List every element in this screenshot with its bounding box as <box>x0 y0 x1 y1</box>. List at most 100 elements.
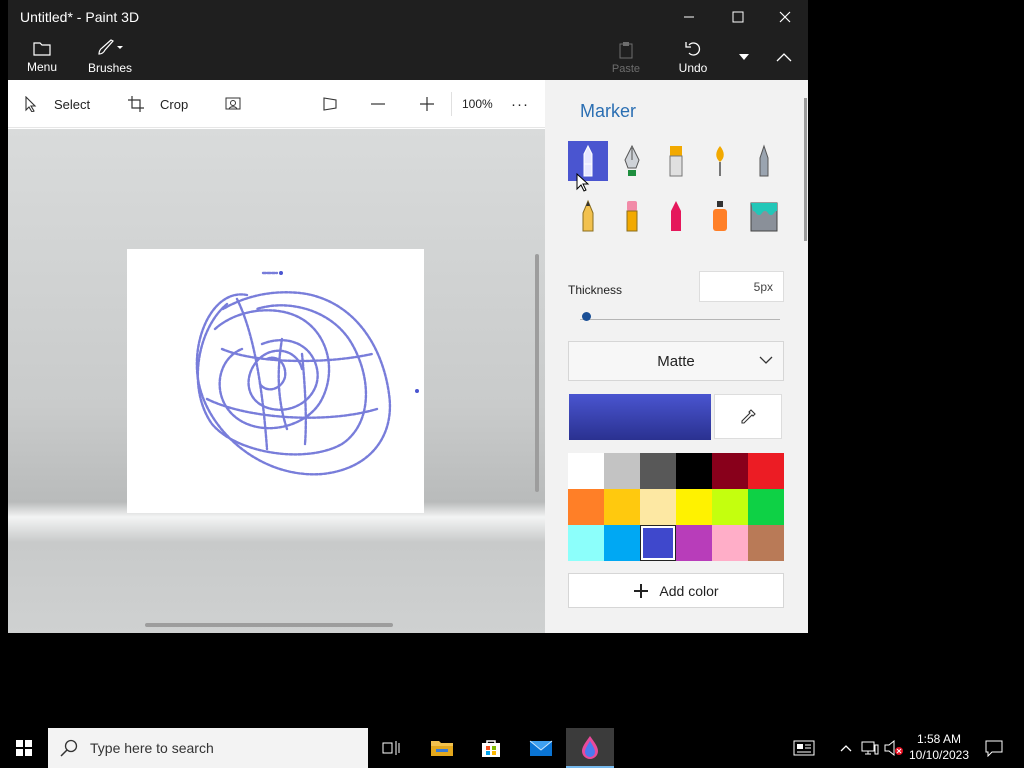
file-explorer-button[interactable] <box>418 728 466 768</box>
watercolor-brush[interactable] <box>700 141 740 181</box>
minimize-icon <box>684 16 694 18</box>
network-button[interactable] <box>858 728 882 768</box>
taskbar-search[interactable]: Type here to search <box>48 728 368 768</box>
pixel-pen-brush[interactable] <box>744 141 784 181</box>
plus-icon <box>634 583 649 598</box>
palette-swatch[interactable] <box>712 489 748 525</box>
palette-swatch[interactable] <box>712 525 748 561</box>
oil-brush[interactable] <box>656 141 696 181</box>
pencil-brush[interactable] <box>568 196 608 236</box>
undo-button[interactable]: Undo <box>672 34 714 80</box>
palette-swatch[interactable] <box>604 453 640 489</box>
store-icon <box>482 740 500 757</box>
zoom-out-button[interactable] <box>370 80 386 128</box>
news-icon <box>793 740 815 756</box>
zoom-level[interactable]: 100% <box>462 80 493 128</box>
add-color-label: Add color <box>659 582 719 599</box>
close-button[interactable] <box>762 0 808 34</box>
thickness-slider-thumb[interactable] <box>581 312 591 321</box>
show-hidden-icons-button[interactable] <box>834 728 858 768</box>
clock-date: 10/10/2023 <box>908 748 970 762</box>
mail-icon <box>529 740 553 756</box>
palette-swatch[interactable] <box>568 489 604 525</box>
palette-swatch[interactable] <box>604 489 640 525</box>
eyedropper-icon <box>741 408 756 424</box>
taskbar-clock[interactable]: 1:58 AM 10/10/2023 <box>908 731 970 763</box>
panel-scrollbar[interactable] <box>804 98 807 241</box>
palette-swatch[interactable] <box>640 489 676 525</box>
menu-button[interactable]: Menu <box>22 34 62 80</box>
volume-button[interactable] <box>882 728 906 768</box>
watercolor-icon <box>716 146 724 176</box>
more-options-button[interactable]: ··· <box>511 80 529 128</box>
3d-view-button[interactable] <box>322 80 340 128</box>
search-icon <box>60 739 78 757</box>
palette-swatch[interactable] <box>604 525 640 561</box>
eraser-brush[interactable] <box>612 196 652 236</box>
drawing-canvas[interactable] <box>127 249 424 513</box>
canvas-area[interactable] <box>8 129 545 633</box>
palette-swatch[interactable] <box>568 453 604 489</box>
palette-swatch[interactable] <box>676 525 712 561</box>
magic-select-button[interactable] <box>225 80 243 128</box>
canvas-vertical-scrollbar[interactable] <box>535 254 539 492</box>
spray-can-brush[interactable] <box>700 196 740 236</box>
select-button[interactable]: Select <box>24 80 90 128</box>
undo-history-button[interactable] <box>728 34 760 80</box>
eyedropper-button[interactable] <box>714 394 782 439</box>
palette-swatch[interactable] <box>712 453 748 489</box>
start-button[interactable] <box>0 728 48 768</box>
zoom-in-button[interactable] <box>419 80 435 128</box>
title-bar: Untitled* - Paint 3D Menu Brushes Paste <box>8 0 808 80</box>
collapse-ribbon-button[interactable] <box>768 34 800 80</box>
mail-button[interactable] <box>517 728 565 768</box>
canvas-horizontal-scrollbar[interactable] <box>145 623 393 627</box>
palette-swatch[interactable] <box>748 489 784 525</box>
fill-brush[interactable] <box>744 196 784 236</box>
palette-swatch[interactable] <box>676 489 712 525</box>
calligraphy-pen-brush[interactable] <box>612 141 652 181</box>
palette-swatch[interactable] <box>748 453 784 489</box>
store-button[interactable] <box>467 728 515 768</box>
brushes-button[interactable]: Brushes <box>88 34 132 80</box>
file-explorer-icon <box>431 741 453 756</box>
palette-swatch[interactable] <box>748 525 784 561</box>
crop-label: Crop <box>160 96 189 112</box>
brush-side-panel: Marker Thickness 5px Matte Add color <box>545 80 808 633</box>
scribble-drawing <box>195 271 419 476</box>
palette-swatch[interactable] <box>676 453 712 489</box>
maximize-button[interactable] <box>715 0 761 34</box>
search-placeholder: Type here to search <box>90 740 214 756</box>
palette-swatch[interactable] <box>568 525 604 561</box>
paint3d-icon <box>582 736 598 759</box>
oil-brush-icon <box>669 146 683 177</box>
clock-time: 1:58 AM <box>916 732 962 746</box>
palette-swatch[interactable] <box>640 525 676 561</box>
task-view-button[interactable] <box>368 728 416 768</box>
thickness-slider-track[interactable] <box>580 319 780 320</box>
magic-select-icon <box>225 97 241 110</box>
paste-button[interactable]: Paste <box>606 34 646 80</box>
close-icon <box>779 11 791 23</box>
task-view-icon <box>382 741 400 755</box>
crayon-icon <box>671 201 681 231</box>
add-color-button[interactable]: Add color <box>568 573 784 608</box>
minus-icon <box>371 103 385 105</box>
paint3d-taskbar-button[interactable] <box>566 728 614 768</box>
minimize-button[interactable] <box>666 0 712 34</box>
palette-swatch[interactable] <box>640 453 676 489</box>
undo-label: Undo <box>678 61 708 75</box>
select-label: Select <box>54 96 91 112</box>
chevron-down-icon <box>739 54 749 60</box>
finish-dropdown[interactable]: Matte <box>568 341 784 381</box>
fill-icon <box>750 202 778 232</box>
news-widget-button[interactable] <box>780 728 828 768</box>
crop-button[interactable]: Crop <box>128 80 188 128</box>
paste-label: Paste <box>611 63 641 75</box>
maximize-icon <box>732 11 744 23</box>
thickness-input[interactable]: 5px <box>699 271 784 302</box>
taskbar: Type here to search 1:58 AM 10/10/2023 <box>0 728 1024 768</box>
notifications-button[interactable] <box>970 728 1018 768</box>
current-color-swatch[interactable] <box>569 394 711 440</box>
crayon-brush[interactable] <box>656 196 696 236</box>
